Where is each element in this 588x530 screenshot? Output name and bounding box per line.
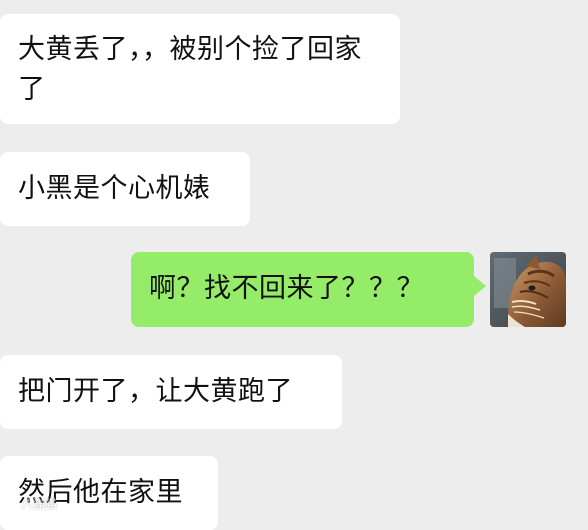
- message-text: 大黄丢了，，被别个捡了回家了: [18, 34, 362, 105]
- message-text: 啊？找不回来了？？？: [149, 273, 424, 304]
- message-bubble-received[interactable]: 大黄丢了，，被别个捡了回家了: [0, 14, 400, 124]
- watermark-text: 八猫猫: [21, 496, 58, 511]
- message-bubble-received[interactable]: 小黑是个心机婊: [0, 152, 250, 226]
- weibo-watermark-icon: [0, 496, 18, 510]
- chat-area: 大黄丢了，，被别个捡了回家了 小黑是个心机婊 啊？找不回来了？？？ 把门开了，让…: [0, 0, 588, 530]
- watermark: 八猫猫: [0, 492, 100, 514]
- message-bubble-sent[interactable]: 啊？找不回来了？？？: [131, 252, 486, 327]
- message-bubble-received[interactable]: 把门开了，让大黄跑了: [0, 355, 342, 429]
- message-text: 小黑是个心机婊: [18, 173, 211, 204]
- cat-photo-icon[interactable]: [490, 252, 566, 327]
- message-text: 把门开了，让大黄跑了: [18, 376, 293, 407]
